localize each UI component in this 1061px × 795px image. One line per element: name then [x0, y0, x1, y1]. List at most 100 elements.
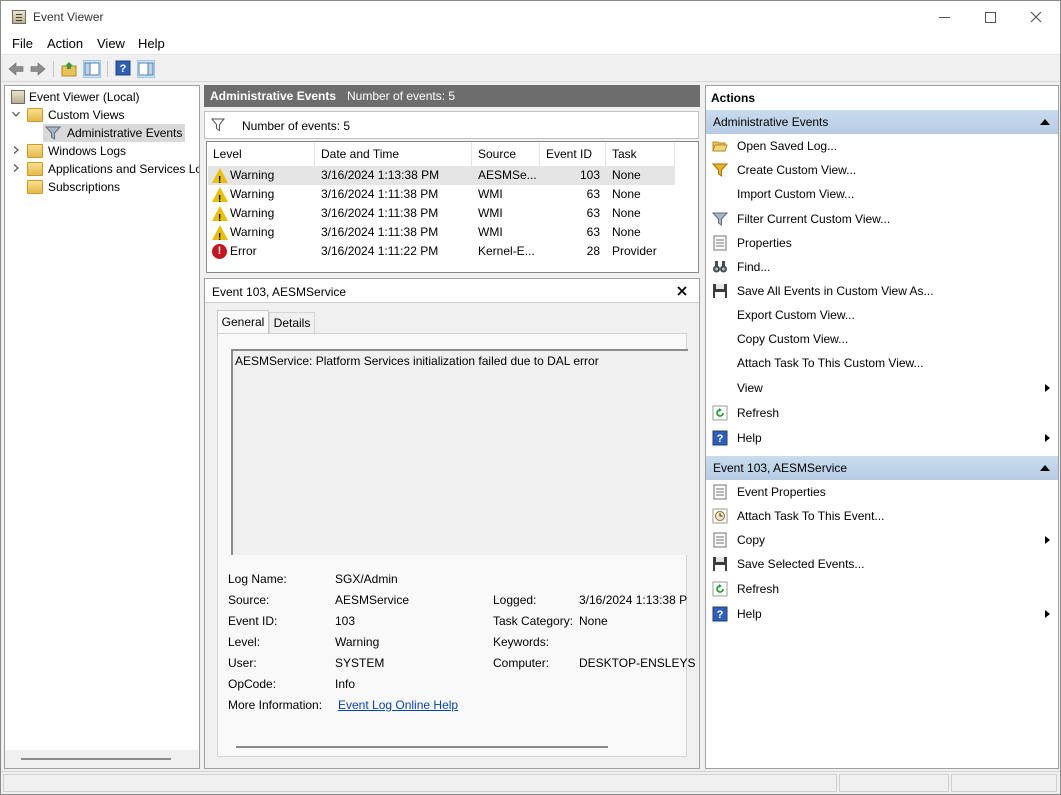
- level-label: Level:: [228, 635, 261, 649]
- event-detail-pane: Event 103, AESMService General Details A…: [204, 278, 700, 769]
- action-label: Refresh: [737, 406, 780, 420]
- chevron-right-icon[interactable]: [11, 145, 21, 157]
- action-label: Copy Custom View...: [737, 332, 849, 346]
- event-message-box[interactable]: AESMService: Platform Services initializ…: [231, 349, 688, 555]
- help-icon: ?: [712, 430, 728, 446]
- table-row[interactable]: Warning 3/16/2024 1:11:38 PM WMI 63 None: [208, 223, 675, 247]
- tree-item-applications-and-services-logs[interactable]: Applications and Services Lo: [27, 160, 199, 178]
- cell-level: Warning: [230, 187, 275, 201]
- user-label: User:: [228, 656, 257, 670]
- tree-label-windows-logs: Windows Logs: [48, 144, 127, 158]
- detail-horizontal-scrollbar[interactable]: [218, 738, 686, 756]
- svg-text:?: ?: [717, 433, 724, 445]
- cell-event-id: 63: [586, 206, 600, 220]
- action-filter-current-custom-view[interactable]: Filter Current Custom View...: [706, 207, 1058, 231]
- source-value: AESMService: [335, 593, 410, 607]
- save-icon: [713, 557, 727, 571]
- cell-date: 3/16/2024 1:11:38 PM: [321, 206, 439, 220]
- event-log-online-help-link[interactable]: Event Log Online Help: [338, 698, 458, 712]
- action-label: Help: [737, 431, 762, 445]
- column-task-category[interactable]: Task Cate...: [606, 142, 675, 185]
- action-export-custom-view[interactable]: Export Custom View...: [706, 303, 1058, 327]
- submenu-arrow-icon: [1045, 610, 1050, 618]
- column-level[interactable]: Level: [207, 142, 315, 166]
- tab-general-label: General: [221, 315, 265, 329]
- collapse-up-icon[interactable]: [1040, 119, 1050, 125]
- menu-file[interactable]: File: [12, 36, 33, 51]
- status-panel: [951, 774, 1057, 792]
- action-create-custom-view[interactable]: Create Custom View...: [706, 158, 1058, 182]
- scrollbar-thumb[interactable]: [236, 746, 608, 748]
- action-attach-task-custom-view[interactable]: Attach Task To This Custom View...: [706, 351, 1058, 375]
- action-find[interactable]: Find...: [706, 255, 1058, 279]
- forward-button[interactable]: [29, 60, 47, 78]
- show-hide-action-pane-button[interactable]: [137, 60, 155, 78]
- action-pane-icon: [138, 62, 154, 76]
- action-label: Properties: [737, 236, 792, 250]
- cell-event-id: 63: [586, 187, 600, 201]
- action-copy[interactable]: Copy: [706, 528, 1058, 552]
- chevron-right-icon[interactable]: [11, 163, 21, 175]
- help-icon: ?: [115, 60, 131, 76]
- center-header: Administrative Events Number of events: …: [204, 85, 700, 107]
- action-refresh-event[interactable]: Refresh: [706, 577, 1058, 601]
- action-label: Event Properties: [737, 485, 826, 499]
- action-import-custom-view[interactable]: Import Custom View...: [706, 182, 1058, 206]
- column-date-and-time[interactable]: Date and Time: [315, 142, 472, 166]
- tree-label-root: Event Viewer (Local): [29, 90, 140, 104]
- back-button[interactable]: [7, 60, 25, 78]
- maximize-button[interactable]: [967, 1, 1013, 33]
- column-source[interactable]: Source: [472, 142, 540, 166]
- tab-general[interactable]: General: [217, 310, 269, 334]
- table-row[interactable]: Warning 3/16/2024 1:11:38 PM WMI 63 None: [208, 185, 675, 209]
- folder-icon: [27, 108, 43, 122]
- close-detail-button[interactable]: [675, 284, 689, 298]
- menu-view[interactable]: View: [97, 36, 125, 51]
- help-button[interactable]: ?: [115, 60, 133, 78]
- action-attach-task-event[interactable]: Attach Task To This Event...: [706, 504, 1058, 528]
- detail-header: Event 103, AESMService: [205, 279, 699, 303]
- action-view[interactable]: View: [706, 376, 1058, 400]
- chevron-down-icon[interactable]: [11, 109, 21, 121]
- open-folder-icon: [712, 141, 728, 152]
- tab-details[interactable]: Details: [269, 312, 315, 333]
- cell-date: 3/16/2024 1:11:22 PM: [321, 244, 439, 258]
- table-row[interactable]: ! Error 3/16/2024 1:11:22 PM Kernel-E...…: [208, 242, 675, 261]
- up-one-level-button[interactable]: [60, 60, 78, 78]
- action-help-event[interactable]: ? Help: [706, 602, 1058, 626]
- action-label: Import Custom View...: [737, 187, 855, 201]
- warning-icon: [212, 168, 228, 190]
- filter-bar: Number of events: 5: [204, 111, 699, 139]
- action-label: Copy: [737, 533, 766, 547]
- show-hide-console-tree-button[interactable]: [83, 60, 101, 78]
- column-event-id[interactable]: Event ID: [540, 142, 606, 166]
- task-category-label: Task Category:: [493, 614, 574, 628]
- refresh-icon: [712, 581, 728, 597]
- cell-source: AESMSe...: [478, 168, 537, 182]
- minimize-button[interactable]: [921, 1, 967, 33]
- table-row[interactable]: Warning 3/16/2024 1:11:38 PM WMI 63 None: [208, 204, 675, 228]
- table-row[interactable]: Warning 3/16/2024 1:13:38 PM AESMSe... 1…: [208, 166, 675, 190]
- collapse-up-icon[interactable]: [1040, 465, 1050, 471]
- action-refresh[interactable]: Refresh: [706, 401, 1058, 425]
- action-save-all-events[interactable]: Save All Events in Custom View As...: [706, 279, 1058, 303]
- menu-action[interactable]: Action: [47, 36, 83, 51]
- action-properties[interactable]: Properties: [706, 231, 1058, 255]
- action-save-selected-events[interactable]: Save Selected Events...: [706, 552, 1058, 576]
- logged-value: 3/16/2024 1:13:38 PM: [579, 593, 687, 607]
- menu-help[interactable]: Help: [138, 36, 165, 51]
- action-help[interactable]: ? Help: [706, 426, 1058, 450]
- scrollbar-thumb[interactable]: [21, 758, 171, 760]
- folder-up-icon: [61, 62, 77, 77]
- tree-label-applications-and-services: Applications and Services Lo: [48, 162, 199, 176]
- actions-section-administrative-events[interactable]: Administrative Events: [706, 110, 1058, 134]
- action-open-saved-log[interactable]: Open Saved Log...: [706, 134, 1058, 158]
- tree-horizontal-scrollbar[interactable]: [5, 750, 199, 768]
- tree-item-administrative-events[interactable]: Administrative Events: [43, 124, 185, 142]
- action-copy-custom-view[interactable]: Copy Custom View...: [706, 327, 1058, 351]
- close-button[interactable]: [1013, 1, 1059, 33]
- cell-task: Provider: [612, 244, 657, 258]
- action-event-properties[interactable]: Event Properties: [706, 480, 1058, 504]
- actions-section-event[interactable]: Event 103, AESMService: [706, 456, 1058, 480]
- cell-task: None: [612, 187, 641, 201]
